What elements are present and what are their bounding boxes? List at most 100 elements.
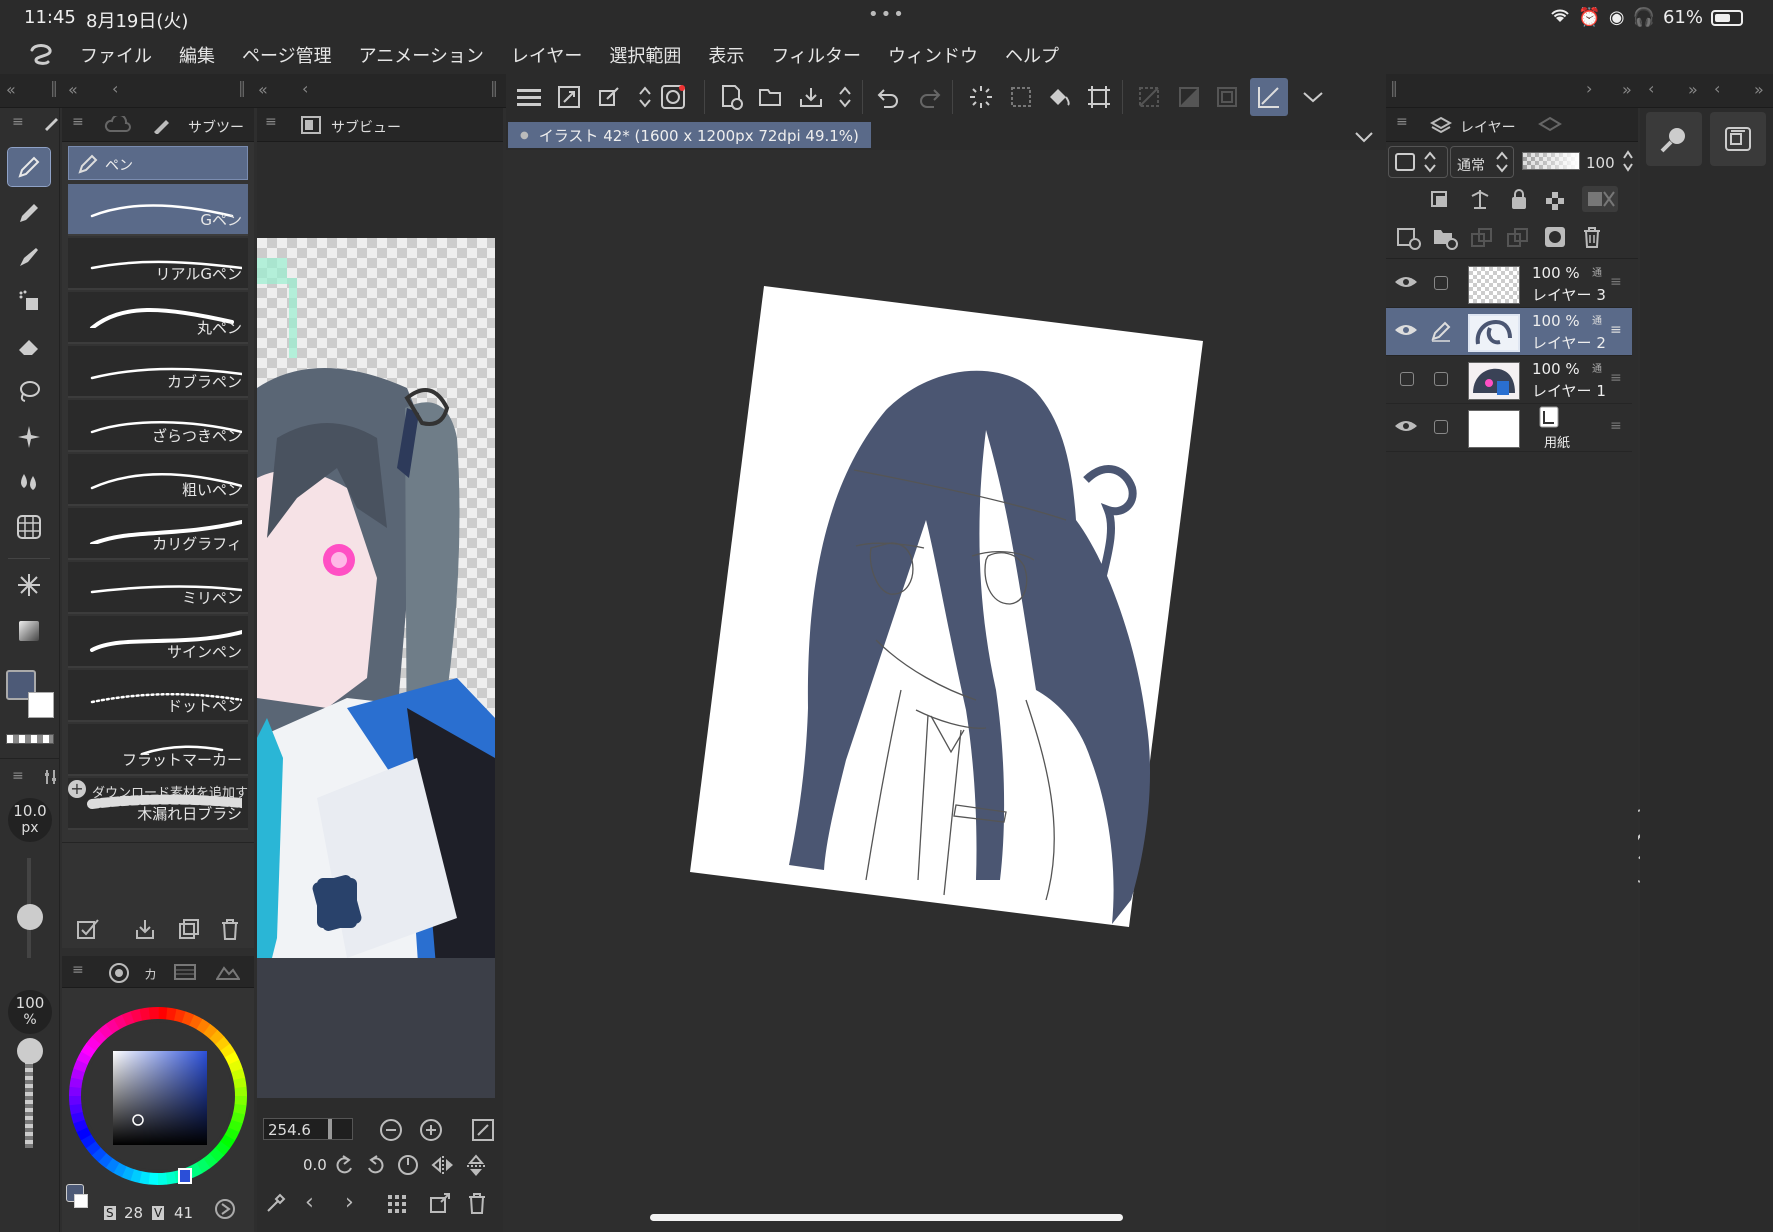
sparkle-tool-icon[interactable] — [8, 566, 50, 604]
layer-property-tab-icon[interactable] — [1538, 116, 1562, 140]
brush-item[interactable]: サインペン — [68, 616, 248, 668]
menu-help[interactable]: ヘルプ — [1005, 42, 1059, 68]
hamburger-menu-icon[interactable] — [512, 80, 546, 114]
auto-select-tool-icon[interactable] — [8, 418, 50, 456]
clear-outside-icon[interactable] — [1210, 80, 1244, 114]
drag-handle-icon[interactable]: ≡ — [1610, 370, 1622, 386]
menu-layer[interactable]: レイヤー — [511, 42, 582, 68]
canvas-area[interactable] — [506, 150, 1385, 1232]
brush-tool-icon[interactable] — [8, 238, 50, 276]
transfer-to-lower-icon[interactable] — [1470, 226, 1494, 254]
deselect-icon[interactable] — [1132, 80, 1166, 114]
airbrush-tool-icon[interactable] — [8, 282, 50, 320]
canvas[interactable] — [506, 150, 1385, 1232]
panel-menu-icon[interactable]: ≡ — [1396, 114, 1408, 130]
brush-item[interactable]: カブラペン — [68, 346, 248, 398]
menu-view[interactable]: 表示 — [708, 42, 744, 68]
import-image-icon[interactable] — [429, 1192, 451, 1218]
collapse-double-left-icon[interactable]: « — [258, 80, 268, 99]
color-wheel[interactable] — [66, 1004, 250, 1188]
rotate-left-icon[interactable] — [333, 1154, 355, 1180]
lasso-tool-icon[interactable] — [8, 372, 50, 410]
fill-tool-icon[interactable] — [8, 462, 50, 500]
layer-tab-label[interactable]: レイヤー — [1460, 117, 1516, 137]
collapse-double-left-icon[interactable]: « — [6, 80, 16, 99]
drag-handle-icon[interactable]: ≡ — [1610, 274, 1622, 290]
brush-item[interactable]: ドットペン — [68, 670, 248, 722]
loading-spinner-icon[interactable] — [964, 80, 998, 114]
drag-handle-icon[interactable]: ≡ — [1610, 322, 1622, 338]
menu-animation[interactable]: アニメーション — [359, 42, 484, 68]
layer-checkbox[interactable] — [1434, 276, 1448, 290]
panel-menu-icon[interactable]: ≡ — [12, 768, 24, 784]
menu-page[interactable]: ページ管理 — [242, 42, 332, 68]
brush-size-slider-thumb[interactable] — [17, 904, 43, 930]
trash-icon[interactable] — [467, 1192, 487, 1218]
brush-item[interactable]: Gペン — [68, 184, 248, 236]
collapse-double-left-icon[interactable]: « — [68, 80, 78, 99]
brush-item[interactable]: ミリペン — [68, 562, 248, 614]
fill-bucket-icon[interactable] — [1042, 80, 1076, 114]
eraser-tool-icon[interactable] — [8, 328, 50, 366]
slider-settings-icon[interactable] — [44, 768, 58, 790]
pencil-tool-icon[interactable] — [8, 194, 50, 232]
small-sub-color-icon[interactable] — [74, 1194, 88, 1208]
blend-mode-select[interactable]: 通常 — [1450, 146, 1514, 178]
subview-tab-label[interactable]: サブビュー — [331, 117, 401, 137]
chevron-left-icon[interactable]: ‹ — [305, 1190, 314, 1215]
brush-item[interactable]: カリグラフィ — [68, 508, 248, 560]
layer-checkbox[interactable] — [1434, 420, 1448, 434]
layer-mask-icon[interactable] — [1544, 226, 1566, 252]
color-mode-icon[interactable] — [214, 1198, 236, 1224]
lock-transparency-icon[interactable] — [1544, 188, 1566, 214]
stepper-icon[interactable] — [828, 80, 862, 114]
layer-color-toggle[interactable] — [1388, 146, 1448, 178]
clip-studio-logo-icon[interactable] — [26, 42, 60, 68]
rotate-right-icon[interactable] — [365, 1154, 387, 1180]
menu-filter[interactable]: フィルター — [771, 42, 861, 68]
chevron-right-icon[interactable]: › — [1586, 79, 1592, 98]
chevron-left-icon[interactable]: ‹ — [1714, 79, 1720, 98]
new-folder-icon[interactable] — [1432, 226, 1458, 254]
subview-tab-icon[interactable] — [301, 116, 321, 138]
flip-vertical-icon[interactable] — [465, 1154, 487, 1182]
grid-view-icon[interactable] — [387, 1194, 407, 1218]
zoom-slider-thumb[interactable] — [328, 1119, 332, 1139]
drag-handle-icon[interactable]: ≡ — [1610, 418, 1622, 434]
menu-window[interactable]: ウィンドウ — [888, 42, 978, 68]
hue-picker-handle[interactable] — [178, 1168, 192, 1184]
redo-icon[interactable] — [912, 80, 946, 114]
color-panel-tab-label[interactable]: カ — [144, 964, 157, 983]
sub-tool-tab-label[interactable]: サブツー — [188, 117, 244, 137]
trash-icon[interactable] — [1582, 226, 1602, 252]
collapse-double-right-icon[interactable]: » — [1688, 80, 1698, 99]
search-material-icon[interactable] — [1646, 112, 1702, 166]
layers-tab-icon[interactable] — [1429, 116, 1453, 140]
brush-item[interactable]: ざらつきペン — [68, 400, 248, 452]
color-wheel-tab-icon[interactable] — [108, 962, 130, 988]
eye-icon[interactable] — [1394, 418, 1418, 438]
trash-icon[interactable] — [220, 918, 240, 944]
zoom-in-icon[interactable] — [419, 1118, 443, 1146]
opacity-slider-thumb[interactable] — [17, 1038, 43, 1064]
open-folder-icon[interactable] — [754, 80, 788, 114]
invert-selection-icon[interactable] — [1172, 80, 1206, 114]
panel-menu-icon[interactable]: ≡ — [265, 114, 277, 130]
document-tab[interactable]: ● イラスト 42* (1600 x 1200px 72dpi 49.1%) — [508, 122, 871, 148]
brush-group-pen[interactable]: ペン — [68, 146, 248, 180]
undo-icon[interactable] — [872, 80, 906, 114]
home-indicator[interactable] — [650, 1214, 1123, 1221]
brush-item[interactable]: 丸ペン — [68, 292, 248, 344]
collapse-double-right-icon[interactable]: » — [1622, 80, 1632, 99]
reference-image[interactable] — [257, 238, 495, 1098]
new-raster-layer-icon[interactable] — [1396, 226, 1422, 254]
fit-view-icon[interactable] — [552, 80, 586, 114]
grid-tool-icon[interactable] — [8, 508, 50, 546]
crop-icon[interactable] — [1082, 80, 1116, 114]
stepper-icon[interactable] — [1622, 148, 1634, 178]
zoom-out-icon[interactable] — [379, 1118, 403, 1146]
eye-icon[interactable] — [1394, 322, 1418, 342]
layer-checkbox[interactable] — [1434, 372, 1448, 386]
snap-ruler-icon[interactable] — [1250, 78, 1288, 116]
collapse-double-right-icon[interactable]: » — [1754, 80, 1764, 99]
